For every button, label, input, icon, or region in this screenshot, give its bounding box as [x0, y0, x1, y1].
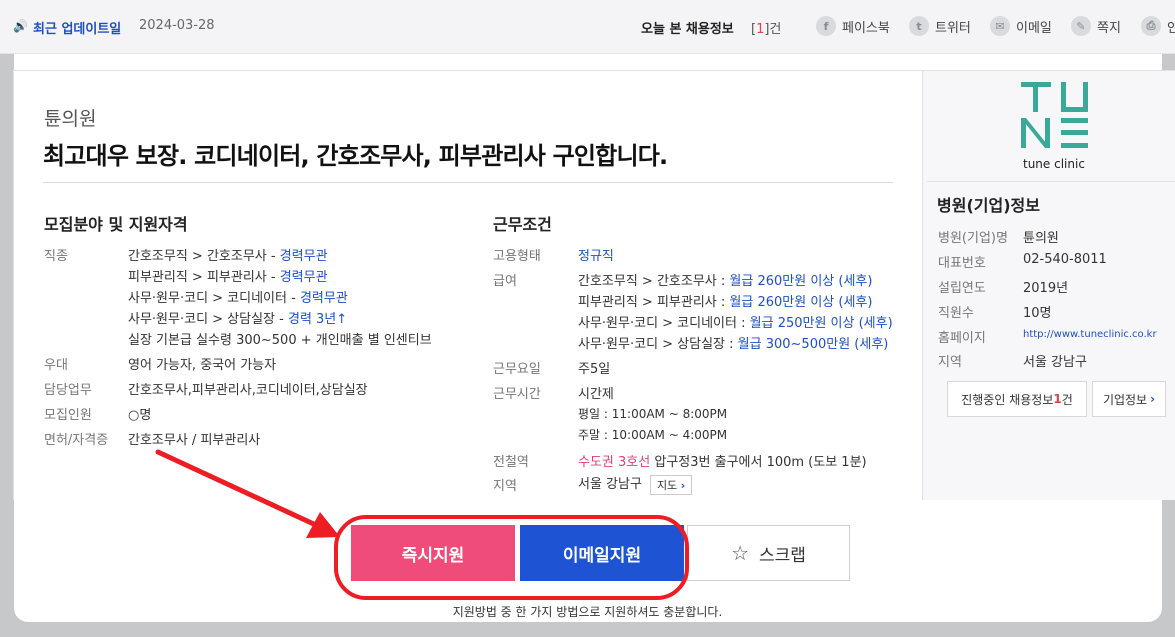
founded-label: 설립연도 [938, 281, 986, 296]
hours-label: 근무시간 [493, 387, 541, 402]
duty-value: 간호조무사,피부관리사,코디네이터,상담실장 [128, 383, 368, 398]
region-label: 지역 [938, 355, 962, 370]
license-value: 간호조무사 / 피부관리사 [128, 433, 261, 448]
star-icon: ☆ [731, 541, 749, 565]
divider [927, 181, 1175, 182]
email-apply-button[interactable]: 이메일지원 [520, 525, 684, 581]
share-twitter[interactable]: t 트위터 [909, 16, 971, 36]
preference-label: 우대 [44, 358, 68, 373]
logo-text: tune clinic [1023, 157, 1085, 171]
hours-weekday: 평일 : 11:00AM ~ 8:00PM [578, 407, 728, 421]
preference-value: 영어 가능자, 중국어 가능자 [128, 358, 277, 373]
subway-label: 전철역 [493, 455, 529, 470]
salary-line: 간호조무직 > 간호조무사 : 월급 260만원 이상 (세후) [578, 274, 873, 289]
top-utility-bar: 🔊 최근 업데이트일 2024-03-28 오늘 본 채용정보 [1]건 f 페… [0, 0, 1175, 54]
company-info-button[interactable]: 기업정보 › [1092, 381, 1166, 417]
employment-label: 고용형태 [493, 249, 541, 264]
print-icon: ⎙ [1141, 16, 1161, 36]
license-label: 면허/자격증 [44, 433, 109, 448]
homepage-link[interactable]: http://www.tuneclinic.co.kr [1023, 329, 1157, 340]
region-value: 서울 강남구 지도 › [578, 473, 693, 495]
region-label: 지역 [493, 479, 517, 494]
apply-now-button[interactable]: 즉시지원 [351, 525, 515, 581]
job-type-line: 사무·원무·코디 > 상담실장 - 경력 3년↑ [128, 312, 348, 327]
region-value: 서울 강남구 [1023, 355, 1087, 370]
active-jobs-button[interactable]: 진행중인 채용정보 1건 [947, 381, 1087, 417]
conditions-heading: 근무조건 [493, 215, 552, 234]
message-icon: ✎ [1071, 16, 1091, 36]
update-label: 최근 업데이트일 [33, 22, 122, 37]
homepage-label: 홈페이지 [938, 331, 986, 346]
headcount-value: ○명 [128, 408, 152, 423]
qualification-heading: 모집분야 및 지원자격 [44, 215, 188, 234]
share-email[interactable]: ✉ 이메일 [990, 16, 1052, 36]
hours-weekend: 주말 : 10:00AM ~ 4:00PM [578, 428, 728, 442]
map-button[interactable]: 지도 › [649, 474, 693, 495]
founded-value: 2019년 [1023, 281, 1069, 296]
phone-value: 02-540-8011 [1023, 252, 1107, 267]
facebook-icon: f [816, 16, 836, 36]
salary-line: 피부관리직 > 피부관리사 : 월급 260만원 이상 (세후) [578, 295, 873, 310]
company-info-heading: 병원(기업)정보 [937, 196, 1040, 215]
job-type-note: 실장 기본급 실수령 300~500 + 개인매출 별 인센티브 [128, 333, 432, 348]
company-name-label: 병원(기업)명 [938, 231, 1008, 246]
chevron-right-icon: › [680, 478, 686, 492]
headcount-label: 모집인원 [44, 408, 92, 423]
chevron-right-icon: › [1150, 392, 1156, 406]
today-viewed-count[interactable]: [1]건 [751, 18, 781, 37]
update-date: 2024-03-28 [139, 18, 215, 33]
apply-hint: 지원방법 중 한 가지 방법으로 지원하셔도 충분합니다. [452, 605, 723, 619]
company-name: 튠의원 [44, 108, 97, 130]
employees-value: 10명 [1023, 306, 1052, 321]
share-print[interactable]: ⎙ 인 [1141, 16, 1175, 36]
twitter-icon: t [909, 16, 929, 36]
salary-label: 급여 [493, 274, 517, 289]
workdays-label: 근무요일 [493, 362, 541, 377]
phone-label: 대표번호 [938, 256, 986, 271]
salary-line: 사무·원무·코디 > 코디네이터 : 월급 250만원 이상 (세후) [578, 316, 893, 331]
hours-type: 시간제 [578, 387, 614, 402]
job-title: 최고대우 보장. 코디네이터, 간호조무사, 피부관리사 구인합니다. [43, 142, 668, 170]
salary-line: 사무·원무·코디 > 상담실장 : 월급 300~500만원 (세후) [578, 337, 889, 352]
employment-value: 정규직 [578, 249, 614, 264]
today-viewed-link[interactable]: 오늘 본 채용정보 [641, 18, 734, 37]
company-name-value: 튠의원 [1023, 231, 1059, 246]
share-message[interactable]: ✎ 쪽지 [1071, 16, 1121, 36]
share-facebook[interactable]: f 페이스북 [816, 16, 890, 36]
job-type-line: 사무·원무·코디 > 코디네이터 - 경력무관 [128, 291, 348, 306]
job-type-line: 피부관리직 > 피부관리사 - 경력무관 [128, 270, 328, 285]
mail-icon: ✉ [990, 16, 1010, 36]
subway-value: 수도권 3호선 압구정3번 출구에서 100m (도보 1분) [578, 455, 867, 470]
workdays-value: 주5일 [578, 362, 611, 377]
divider [43, 182, 893, 183]
job-type-label: 직종 [44, 249, 68, 264]
job-type-line: 간호조무직 > 간호조무사 - 경력무관 [128, 249, 328, 264]
speaker-icon: 🔊 [13, 19, 28, 33]
employees-label: 직원수 [938, 306, 974, 321]
duty-label: 담당업무 [44, 383, 92, 398]
scrap-button[interactable]: ☆ 스크랩 [687, 525, 850, 581]
